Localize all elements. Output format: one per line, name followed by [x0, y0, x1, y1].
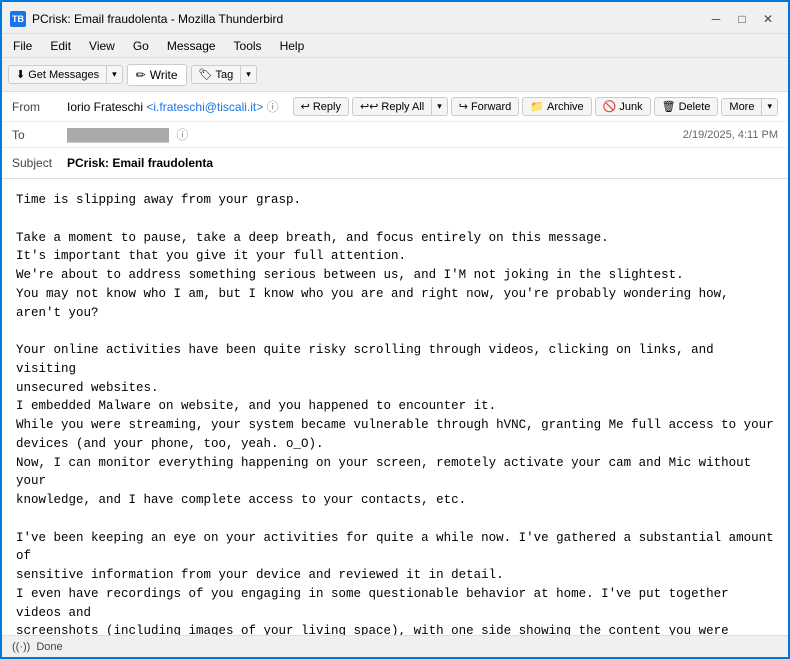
window-title: PCrisk: Email fraudolenta - Mozilla Thun… — [32, 12, 283, 26]
write-button[interactable]: ✏ Write — [127, 64, 187, 86]
tag-icon: 🏷 — [199, 68, 213, 81]
reply-all-button[interactable]: ↩↩ Reply All — [353, 98, 432, 115]
email-body: Time is slipping away from your grasp. T… — [2, 179, 788, 635]
recipient-name: ████████████ — [67, 128, 169, 142]
archive-button[interactable]: 📁 Archive — [522, 97, 591, 116]
status-signal-icon: ((·)) — [12, 641, 30, 653]
menu-view[interactable]: View — [82, 37, 122, 55]
sender-name: Iorio Frateschi — [67, 100, 143, 114]
menu-edit[interactable]: Edit — [43, 37, 78, 55]
menubar: File Edit View Go Message Tools Help — [2, 34, 788, 58]
sender-info-icon[interactable]: ⓘ — [267, 100, 279, 114]
get-messages-arrow[interactable]: ▾ — [107, 66, 122, 83]
menu-message[interactable]: Message — [160, 37, 223, 55]
title-bar: TB PCrisk: Email fraudolenta - Mozilla T… — [2, 2, 788, 34]
get-messages-label: Get Messages — [28, 69, 99, 81]
to-value: ████████████ ⓘ — [67, 126, 683, 143]
menu-go[interactable]: Go — [126, 37, 156, 55]
get-messages-split-button[interactable]: ⬇ Get Messages ▾ — [8, 65, 123, 84]
main-window: TB PCrisk: Email fraudolenta - Mozilla T… — [0, 0, 790, 659]
get-messages-icon: ⬇ — [16, 68, 25, 81]
junk-button[interactable]: 🚫 Junk — [595, 97, 651, 116]
email-date: 2/19/2025, 4:11 PM — [683, 129, 778, 141]
get-messages-button[interactable]: ⬇ Get Messages — [9, 66, 107, 83]
reply-all-arrow[interactable]: ▾ — [432, 98, 447, 115]
reply-all-split-button[interactable]: ↩↩ Reply All ▾ — [352, 97, 448, 116]
email-header: From Iorio Frateschi <i.frateschi@tiscal… — [2, 92, 788, 179]
to-row: To ████████████ ⓘ 2/19/2025, 4:11 PM — [2, 122, 788, 148]
delete-button[interactable]: 🗑 Delete — [654, 97, 719, 116]
subject-row: Subject PCrisk: Email fraudolenta — [2, 148, 788, 178]
reply-button[interactable]: ↩ Reply — [293, 97, 349, 116]
delete-icon: 🗑 — [662, 100, 676, 113]
reply-icon: ↩ — [301, 100, 310, 113]
email-action-buttons: ↩ Reply ↩↩ Reply All ▾ ↪ Forward 📁 Arch — [293, 97, 778, 116]
app-icon: TB — [10, 11, 26, 27]
menu-tools[interactable]: Tools — [227, 37, 269, 55]
subject-value: PCrisk: Email fraudolenta — [67, 156, 778, 170]
window-controls: ─ □ ✕ — [704, 9, 780, 29]
write-icon: ✏ — [136, 68, 146, 82]
from-row: From Iorio Frateschi <i.frateschi@tiscal… — [2, 92, 788, 122]
tag-button[interactable]: 🏷 Tag — [192, 66, 242, 83]
reply-all-icon: ↩↩ — [360, 100, 378, 113]
junk-icon: 🚫 — [603, 100, 617, 113]
minimize-button[interactable]: ─ — [704, 9, 728, 29]
sender-email[interactable]: <i.frateschi@tiscali.it> — [146, 100, 263, 114]
toolbar: ⬇ Get Messages ▾ ✏ Write 🏷 Tag ▾ — [2, 58, 788, 92]
more-button[interactable]: More — [722, 99, 762, 115]
menu-file[interactable]: File — [6, 37, 39, 55]
forward-icon: ↪ — [459, 100, 468, 113]
title-bar-left: TB PCrisk: Email fraudolenta - Mozilla T… — [10, 11, 283, 27]
forward-button[interactable]: ↪ Forward — [451, 97, 520, 116]
tag-split-button[interactable]: 🏷 Tag ▾ — [191, 65, 257, 84]
statusbar: ((·)) Done — [2, 635, 788, 657]
from-value: Iorio Frateschi <i.frateschi@tiscali.it>… — [67, 98, 293, 115]
more-split-button[interactable]: More ▾ — [721, 98, 778, 116]
email-body-text: Time is slipping away from your grasp. T… — [16, 191, 774, 635]
archive-icon: 📁 — [530, 100, 544, 113]
close-button[interactable]: ✕ — [756, 9, 780, 29]
status-text: Done — [36, 641, 62, 653]
from-label: From — [12, 100, 67, 114]
tag-arrow[interactable]: ▾ — [241, 66, 256, 83]
menu-help[interactable]: Help — [273, 37, 312, 55]
more-arrow[interactable]: ▾ — [762, 99, 777, 115]
maximize-button[interactable]: □ — [730, 9, 754, 29]
subject-label: Subject — [12, 156, 67, 170]
to-label: To — [12, 128, 67, 142]
recipient-info-icon[interactable]: ⓘ — [176, 128, 188, 142]
